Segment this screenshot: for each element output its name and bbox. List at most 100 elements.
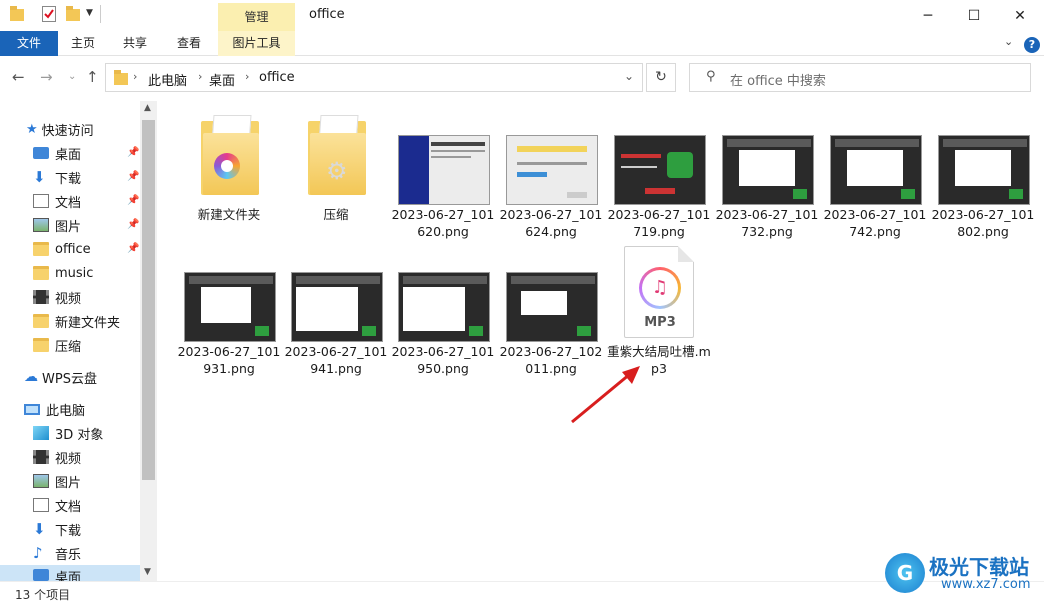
nav-item-compress[interactable]: 压缩 [0, 333, 140, 357]
nav-item-new-folder[interactable]: 新建文件夹 [0, 309, 140, 333]
nav-item-downloads[interactable]: ⬇ 下载 [0, 165, 140, 189]
close-button[interactable]: ✕ [997, 0, 1043, 31]
folder-icon[interactable] [10, 6, 24, 21]
file-item[interactable]: 2023-06-27_101742.png [822, 101, 928, 239]
search-box[interactable]: ⚲ 在 office 中搜索 [689, 63, 1031, 92]
cloud-icon: ☁ [24, 369, 38, 385]
properties-icon[interactable] [42, 6, 56, 22]
file-item[interactable]: 2023-06-27_101802.png [930, 101, 1036, 239]
nav-item-desktop[interactable]: 桌面 [0, 141, 140, 165]
music-note-icon: ♫ [639, 267, 681, 309]
document-icon [33, 498, 49, 512]
folder-icon [114, 70, 128, 88]
nav-item-label: 音乐 [55, 547, 82, 563]
file-item[interactable]: 新建文件夹 [176, 101, 282, 237]
breadcrumb-office[interactable]: office [259, 70, 295, 85]
nav-item-music[interactable]: music [0, 261, 140, 285]
watermark: G 极光下载站 www.xz7.com [885, 549, 1035, 603]
file-name: 2023-06-27_101620.png [391, 207, 495, 239]
red-arrow-annotation [571, 366, 640, 424]
scroll-up-icon[interactable]: ▲ [144, 103, 151, 113]
tab-view[interactable]: 查看 [164, 31, 214, 56]
nav-item-pictures[interactable]: 图片 [0, 469, 140, 493]
file-item[interactable]: 2023-06-27_101950.png [390, 238, 496, 376]
tab-share[interactable]: 共享 [110, 31, 160, 56]
pin-icon[interactable]: 📌 [127, 219, 139, 230]
nav-item-label: 桌面 [55, 571, 82, 581]
address-bar[interactable]: › 此电脑 › 桌面 › office ⌄ [105, 63, 643, 92]
nav-item-documents[interactable]: 文档 [0, 189, 140, 213]
pin-icon[interactable]: 📌 [127, 243, 139, 254]
nav-quick-access[interactable]: ★ 快速访问 [0, 117, 140, 141]
download-icon: ⬇ [33, 520, 46, 538]
quick-access-divider [100, 5, 101, 23]
recent-locations-icon[interactable]: ⌄ [68, 71, 76, 82]
nav-item-videos[interactable]: 视频 [0, 445, 140, 469]
chevron-right-icon[interactable]: › [133, 70, 137, 83]
back-icon[interactable]: ← [12, 68, 25, 86]
up-icon[interactable]: ↑ [86, 68, 99, 86]
desktop-icon [33, 569, 49, 581]
document-icon [33, 194, 49, 208]
refresh-button[interactable]: ↻ [646, 63, 676, 92]
tab-picture-tools[interactable]: 图片工具 [218, 31, 295, 56]
nav-item-label: 视频 [55, 451, 82, 467]
chevron-right-icon[interactable]: › [245, 70, 249, 83]
forward-icon[interactable]: → [40, 68, 53, 86]
expand-ribbon-icon[interactable]: ⌄ [1004, 35, 1013, 48]
file-item[interactable]: 2023-06-27_101719.png [606, 101, 712, 239]
video-icon [33, 450, 49, 464]
nav-this-pc[interactable]: 此电脑 [0, 397, 140, 421]
search-icon: ⚲ [706, 69, 716, 84]
help-icon[interactable]: ? [1024, 37, 1040, 53]
pin-icon[interactable]: 📌 [127, 171, 139, 182]
nav-item-label: office [55, 241, 91, 257]
file-view: 新建文件夹 ⚙ 压缩 2023-06-27_101620.png 2023-06… [160, 101, 1044, 581]
file-name: 2023-06-27_101950.png [391, 344, 495, 376]
breadcrumb-this-pc[interactable]: 此电脑 [148, 70, 187, 89]
file-item[interactable]: 2023-06-27_102011.png [498, 238, 604, 376]
customize-quick-access-icon[interactable]: ▼ [86, 8, 93, 18]
nav-quick-access-label: 快速访问 [41, 123, 94, 139]
file-item[interactable]: 2023-06-27_101941.png [283, 238, 389, 376]
chevron-down-icon[interactable]: ⌄ [624, 69, 634, 83]
nav-item-office[interactable]: office [0, 237, 140, 261]
breadcrumb-desktop[interactable]: 桌面 [209, 70, 235, 89]
pictures-icon [33, 474, 49, 488]
file-item[interactable]: 2023-06-27_101931.png [176, 238, 282, 376]
nav-item-label: music [55, 265, 94, 281]
pin-icon[interactable]: 📌 [127, 147, 139, 158]
chevron-right-icon[interactable]: › [198, 70, 202, 83]
folder-icon [33, 314, 49, 328]
3d-objects-icon [33, 426, 49, 440]
nav-item-3d-objects[interactable]: 3D 对象 [0, 421, 140, 445]
file-name: 2023-06-27_101941.png [284, 344, 388, 376]
file-item[interactable]: 2023-06-27_101732.png [714, 101, 820, 239]
minimize-button[interactable]: ─ [905, 0, 951, 31]
tab-home[interactable]: 主页 [58, 31, 108, 56]
scroll-down-icon[interactable]: ▼ [144, 567, 151, 577]
nav-item-label: 视频 [55, 291, 82, 307]
pictures-icon [33, 218, 49, 232]
nav-wps-cloud[interactable]: ☁ WPS云盘 [0, 365, 140, 389]
tab-file[interactable]: 文件 [0, 31, 58, 56]
nav-item-desktop[interactable]: 桌面 [0, 565, 140, 581]
navigation-pane: ★ 快速访问 桌面 📌 ⬇ 下载 📌 文档 📌 图片 📌 office 📌 mu… [0, 101, 157, 581]
maximize-button[interactable]: ☐ [951, 0, 997, 31]
scrollbar-thumb[interactable] [142, 120, 155, 480]
nav-item-pictures[interactable]: 图片 [0, 213, 140, 237]
pin-icon[interactable]: 📌 [127, 195, 139, 206]
new-folder-icon[interactable] [66, 6, 80, 21]
file-item[interactable]: 2023-06-27_101624.png [498, 101, 604, 239]
nav-item-music[interactable]: ♪ 音乐 [0, 541, 140, 565]
nav-item-label: 桌面 [55, 147, 82, 163]
nav-item-documents[interactable]: 文档 [0, 493, 140, 517]
file-item[interactable]: ⚙ 压缩 [283, 101, 389, 237]
mp3-file-icon[interactable]: ♫ MP3 [624, 246, 694, 338]
nav-item-videos[interactable]: 视频 [0, 285, 140, 309]
manage-contextual-tab[interactable]: 管理 [218, 3, 295, 31]
file-name: 新建文件夹 [197, 207, 261, 222]
nav-item-downloads[interactable]: ⬇ 下载 [0, 517, 140, 541]
file-item[interactable]: 2023-06-27_101620.png [390, 101, 496, 239]
star-icon: ★ [26, 121, 38, 137]
